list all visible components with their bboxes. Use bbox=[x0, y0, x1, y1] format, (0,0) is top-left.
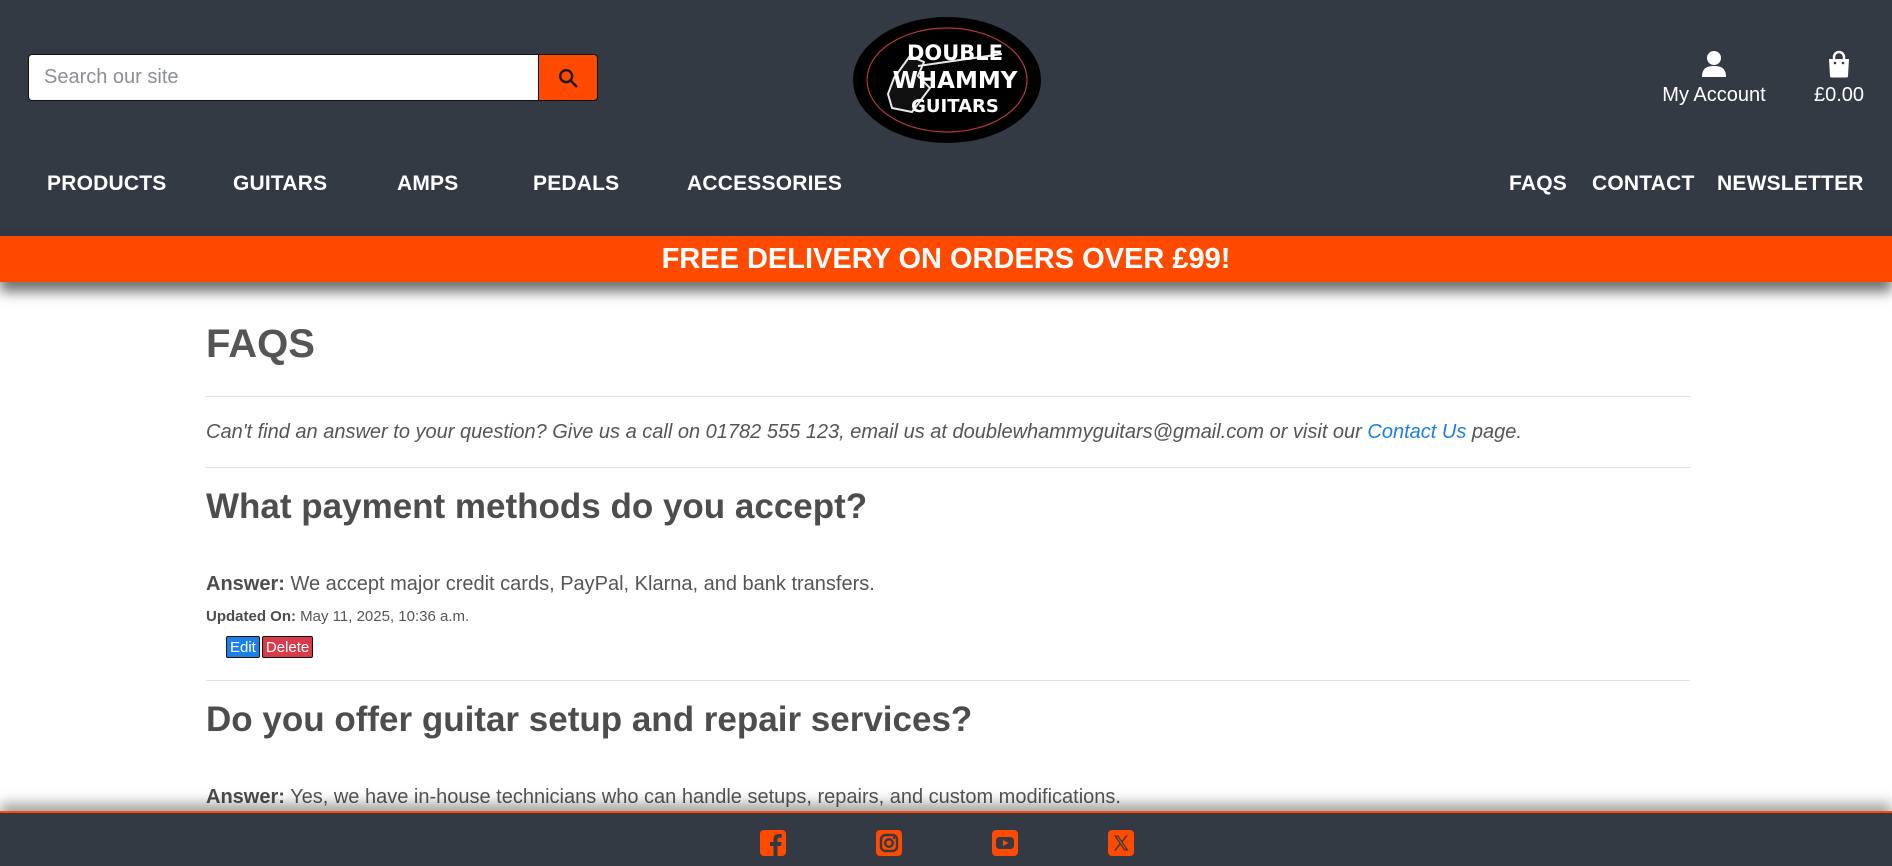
intro-text: Can't find an answer to your question? G… bbox=[206, 421, 1368, 443]
shopping-bag-icon bbox=[1829, 50, 1849, 78]
cart-link[interactable]: £0.00 bbox=[1804, 50, 1874, 107]
svg-text:WHAMMY: WHAMMY bbox=[893, 68, 1018, 94]
my-account-label: My Account bbox=[1662, 84, 1766, 106]
faq-actions: Edit Delete bbox=[226, 636, 314, 658]
answer-label: Answer: bbox=[206, 573, 285, 595]
svg-text:DOUBLE: DOUBLE bbox=[907, 41, 1003, 65]
nav-contact[interactable]: CONTACT bbox=[1592, 172, 1695, 196]
updated-label: Updated On: bbox=[206, 608, 296, 625]
faq-question: Do you offer guitar setup and repair ser… bbox=[206, 700, 973, 739]
edit-button[interactable]: Edit bbox=[226, 636, 260, 658]
divider bbox=[206, 467, 1690, 468]
site-header: DOUBLE WHAMMY GUITARS My Account £0.00 P… bbox=[0, 0, 1892, 236]
instagram-icon[interactable] bbox=[875, 829, 903, 857]
search-button[interactable] bbox=[538, 54, 598, 101]
divider bbox=[206, 680, 1690, 681]
answer-label: Answer: bbox=[206, 786, 285, 808]
my-account-link[interactable]: My Account bbox=[1654, 50, 1774, 107]
free-delivery-banner: FREE DELIVERY ON ORDERS OVER £99! bbox=[0, 236, 1892, 282]
site-footer bbox=[0, 811, 1892, 866]
search-form bbox=[28, 54, 598, 101]
nav-amps[interactable]: AMPS bbox=[397, 172, 458, 196]
nav-accessories[interactable]: ACCESSORIES bbox=[687, 172, 842, 196]
cart-total: £0.00 bbox=[1813, 84, 1865, 106]
svg-text:GUITARS: GUITARS bbox=[911, 96, 999, 117]
faq-intro: Can't find an answer to your question? G… bbox=[206, 421, 1522, 444]
nav-faqs[interactable]: FAQS bbox=[1509, 172, 1567, 196]
nav-products[interactable]: PRODUCTS bbox=[47, 172, 166, 196]
page-title: FAQS bbox=[206, 322, 315, 366]
nav-newsletter[interactable]: NEWSLETTER bbox=[1717, 172, 1864, 196]
nav-guitars[interactable]: GUITARS bbox=[233, 172, 327, 196]
search-icon bbox=[559, 68, 578, 88]
answer-text: Yes, we have in-house technicians who ca… bbox=[284, 786, 1121, 808]
user-icon bbox=[1702, 51, 1726, 77]
contact-us-link[interactable]: Contact Us bbox=[1367, 421, 1466, 443]
site-logo[interactable]: DOUBLE WHAMMY GUITARS bbox=[852, 16, 1042, 144]
youtube-icon[interactable] bbox=[991, 829, 1019, 857]
answer-text: We accept major credit cards, PayPal, Kl… bbox=[284, 573, 875, 595]
x-twitter-icon[interactable] bbox=[1107, 829, 1135, 857]
faq-question: What payment methods do you accept? bbox=[206, 487, 868, 526]
faq-updated: Updated On: May 11, 2025, 10:36 a.m. bbox=[206, 608, 469, 625]
delete-button[interactable]: Delete bbox=[261, 636, 314, 658]
faq-answer: Answer: Yes, we have in-house technician… bbox=[206, 786, 1121, 809]
divider bbox=[206, 396, 1690, 397]
updated-date: May 11, 2025, 10:36 a.m. bbox=[296, 608, 470, 625]
facebook-icon[interactable] bbox=[759, 829, 787, 857]
faq-answer: Answer: We accept major credit cards, Pa… bbox=[206, 573, 875, 596]
intro-text-end: page. bbox=[1466, 421, 1522, 443]
search-input[interactable] bbox=[28, 54, 539, 101]
nav-pedals[interactable]: PEDALS bbox=[533, 172, 619, 196]
